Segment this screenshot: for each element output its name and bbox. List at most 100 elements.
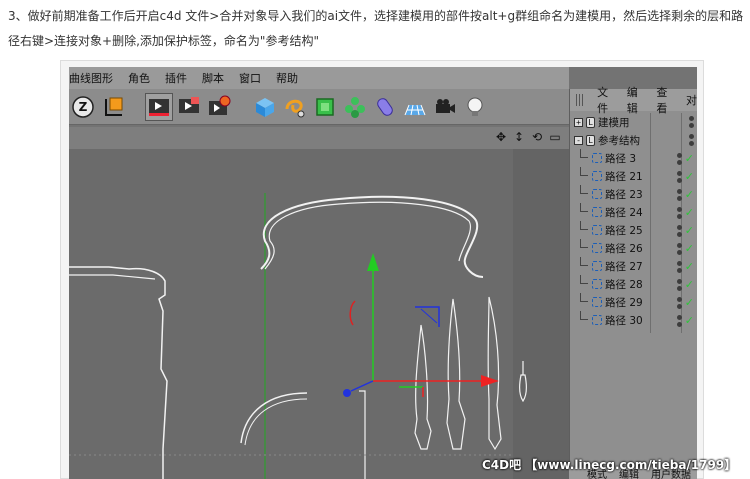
object-name[interactable]: 路径 28 xyxy=(605,277,643,292)
enabled-check-icon[interactable]: ✓ xyxy=(685,314,694,327)
visibility-flags[interactable]: ✓ xyxy=(676,170,694,183)
tree-connector xyxy=(580,239,588,248)
object-name[interactable]: 路径 27 xyxy=(605,259,643,274)
visibility-flags[interactable]: ✓ xyxy=(676,152,694,165)
cube-icon[interactable] xyxy=(251,93,279,121)
enabled-check-icon[interactable]: ✓ xyxy=(685,170,694,183)
enabled-check-icon[interactable]: ✓ xyxy=(685,206,694,219)
enabled-check-icon[interactable]: ✓ xyxy=(685,296,694,309)
object-name[interactable]: 路径 23 xyxy=(605,187,643,202)
editor-render-visibility-icon[interactable] xyxy=(676,206,682,219)
perspective-viewport[interactable]: ✥ ↕ ⟲ ▭ xyxy=(69,127,569,479)
render-picture-queue-icon[interactable] xyxy=(175,93,203,121)
visibility-flags[interactable]: ✓ xyxy=(676,188,694,201)
world-axis-icon[interactable] xyxy=(99,93,127,121)
object-name[interactable]: 路径 26 xyxy=(605,241,643,256)
menu-help[interactable]: 帮助 xyxy=(276,70,298,86)
object-path-row[interactable]: 路径 29 ✓ xyxy=(570,293,697,311)
render-view-icon[interactable] xyxy=(145,93,173,121)
object-path-row[interactable]: 路径 25 ✓ xyxy=(570,221,697,239)
visibility-flags[interactable]: ✓ xyxy=(676,206,694,219)
panel-grip-icon[interactable] xyxy=(576,94,584,106)
floor-scene-icon[interactable] xyxy=(401,93,429,121)
viewport-canvas[interactable] xyxy=(69,149,569,479)
editor-render-visibility-icon[interactable] xyxy=(676,296,682,309)
viewport-shadow-band xyxy=(513,149,569,479)
object-name[interactable]: 路径 21 xyxy=(605,169,643,184)
enabled-check-icon[interactable]: ✓ xyxy=(685,224,694,237)
camera-icon[interactable] xyxy=(431,93,459,121)
object-path-row[interactable]: 路径 30 ✓ xyxy=(570,311,697,329)
menu-plugins[interactable]: 插件 xyxy=(165,70,187,86)
enabled-check-icon[interactable]: ✓ xyxy=(685,188,694,201)
cloner-icon[interactable] xyxy=(341,93,369,121)
object-name[interactable]: 参考结构 xyxy=(598,133,640,148)
move-view-icon[interactable]: ✥ xyxy=(495,130,507,144)
object-path-row[interactable]: 路径 3 ✓ xyxy=(570,149,697,167)
z-coordinate-icon[interactable]: Z xyxy=(69,93,97,121)
menu-spline[interactable]: 曲线图形 xyxy=(69,70,113,86)
enabled-check-icon[interactable]: ✓ xyxy=(685,260,694,273)
menu-character[interactable]: 角色 xyxy=(128,70,150,86)
visibility-flags[interactable]: ✓ xyxy=(676,296,694,309)
editor-render-visibility-icon[interactable] xyxy=(689,116,694,128)
om-menu-view[interactable]: 查看 xyxy=(656,84,672,116)
object-name[interactable]: 路径 3 xyxy=(605,151,636,166)
editor-render-visibility-icon[interactable] xyxy=(676,224,682,237)
light-icon[interactable] xyxy=(461,93,489,121)
render-settings-icon[interactable] xyxy=(205,93,233,121)
editor-render-visibility-icon[interactable] xyxy=(676,170,682,183)
visibility-flags[interactable]: ✓ xyxy=(676,224,694,237)
editor-render-visibility-icon[interactable] xyxy=(689,134,694,146)
expand-toggle-icon[interactable]: - xyxy=(574,135,583,145)
handle-spline xyxy=(240,392,308,444)
visibility-flags[interactable]: ✓ xyxy=(676,260,694,273)
object-group-row[interactable]: - L 参考结构 xyxy=(570,131,697,149)
bottle-spline xyxy=(69,266,168,479)
rotate-view-icon[interactable]: ⟲ xyxy=(531,130,543,144)
deformer-icon[interactable] xyxy=(371,93,399,121)
object-group-row[interactable]: + L 建模用 xyxy=(570,113,697,131)
enabled-check-icon[interactable]: ✓ xyxy=(685,278,694,291)
maximize-view-icon[interactable]: ▭ xyxy=(549,130,561,144)
om-menu-file[interactable]: 文件 xyxy=(597,84,613,116)
visibility-flags[interactable]: ✓ xyxy=(676,242,694,255)
enabled-check-icon[interactable]: ✓ xyxy=(685,242,694,255)
spline-path-icon xyxy=(592,225,602,235)
om-menu-edit[interactable]: 编辑 xyxy=(627,84,643,116)
object-path-row[interactable]: 路径 28 ✓ xyxy=(570,275,697,293)
editor-render-visibility-icon[interactable] xyxy=(676,314,682,327)
zoom-view-icon[interactable]: ↕ xyxy=(513,130,525,144)
expand-toggle-icon[interactable]: + xyxy=(574,117,583,127)
object-name[interactable]: 路径 30 xyxy=(605,313,643,328)
visibility-flags[interactable]: ✓ xyxy=(676,314,694,327)
editor-render-visibility-icon[interactable] xyxy=(676,242,682,255)
om-menu-object[interactable]: 对 xyxy=(686,92,697,108)
object-path-row[interactable]: 路径 27 ✓ xyxy=(570,257,697,275)
object-name[interactable]: 建模用 xyxy=(598,115,630,130)
subdivision-icon[interactable] xyxy=(311,93,339,121)
bracket-spline xyxy=(359,390,366,479)
object-name[interactable]: 路径 25 xyxy=(605,223,643,238)
visibility-flags[interactable] xyxy=(689,134,694,146)
handle-inner-spline xyxy=(244,398,308,446)
object-path-row[interactable]: 路径 24 ✓ xyxy=(570,203,697,221)
enabled-check-icon[interactable]: ✓ xyxy=(685,152,694,165)
object-name[interactable]: 路径 24 xyxy=(605,205,643,220)
editor-render-visibility-icon[interactable] xyxy=(676,278,682,291)
editor-render-visibility-icon[interactable] xyxy=(676,260,682,273)
object-path-row[interactable]: 路径 26 ✓ xyxy=(570,239,697,257)
editor-render-visibility-icon[interactable] xyxy=(676,188,682,201)
null-group-icon: L xyxy=(586,134,595,146)
editor-render-visibility-icon[interactable] xyxy=(676,152,682,165)
command-toolbar: Z xyxy=(69,89,569,125)
spline-pen-icon[interactable] xyxy=(281,93,309,121)
toolbar-group-objects xyxy=(251,93,489,121)
object-name[interactable]: 路径 29 xyxy=(605,295,643,310)
menu-window[interactable]: 窗口 xyxy=(239,70,261,86)
visibility-flags[interactable]: ✓ xyxy=(676,278,694,291)
object-path-row[interactable]: 路径 23 ✓ xyxy=(570,185,697,203)
object-path-row[interactable]: 路径 21 ✓ xyxy=(570,167,697,185)
visibility-flags[interactable] xyxy=(689,116,694,128)
menu-script[interactable]: 脚本 xyxy=(202,70,224,86)
